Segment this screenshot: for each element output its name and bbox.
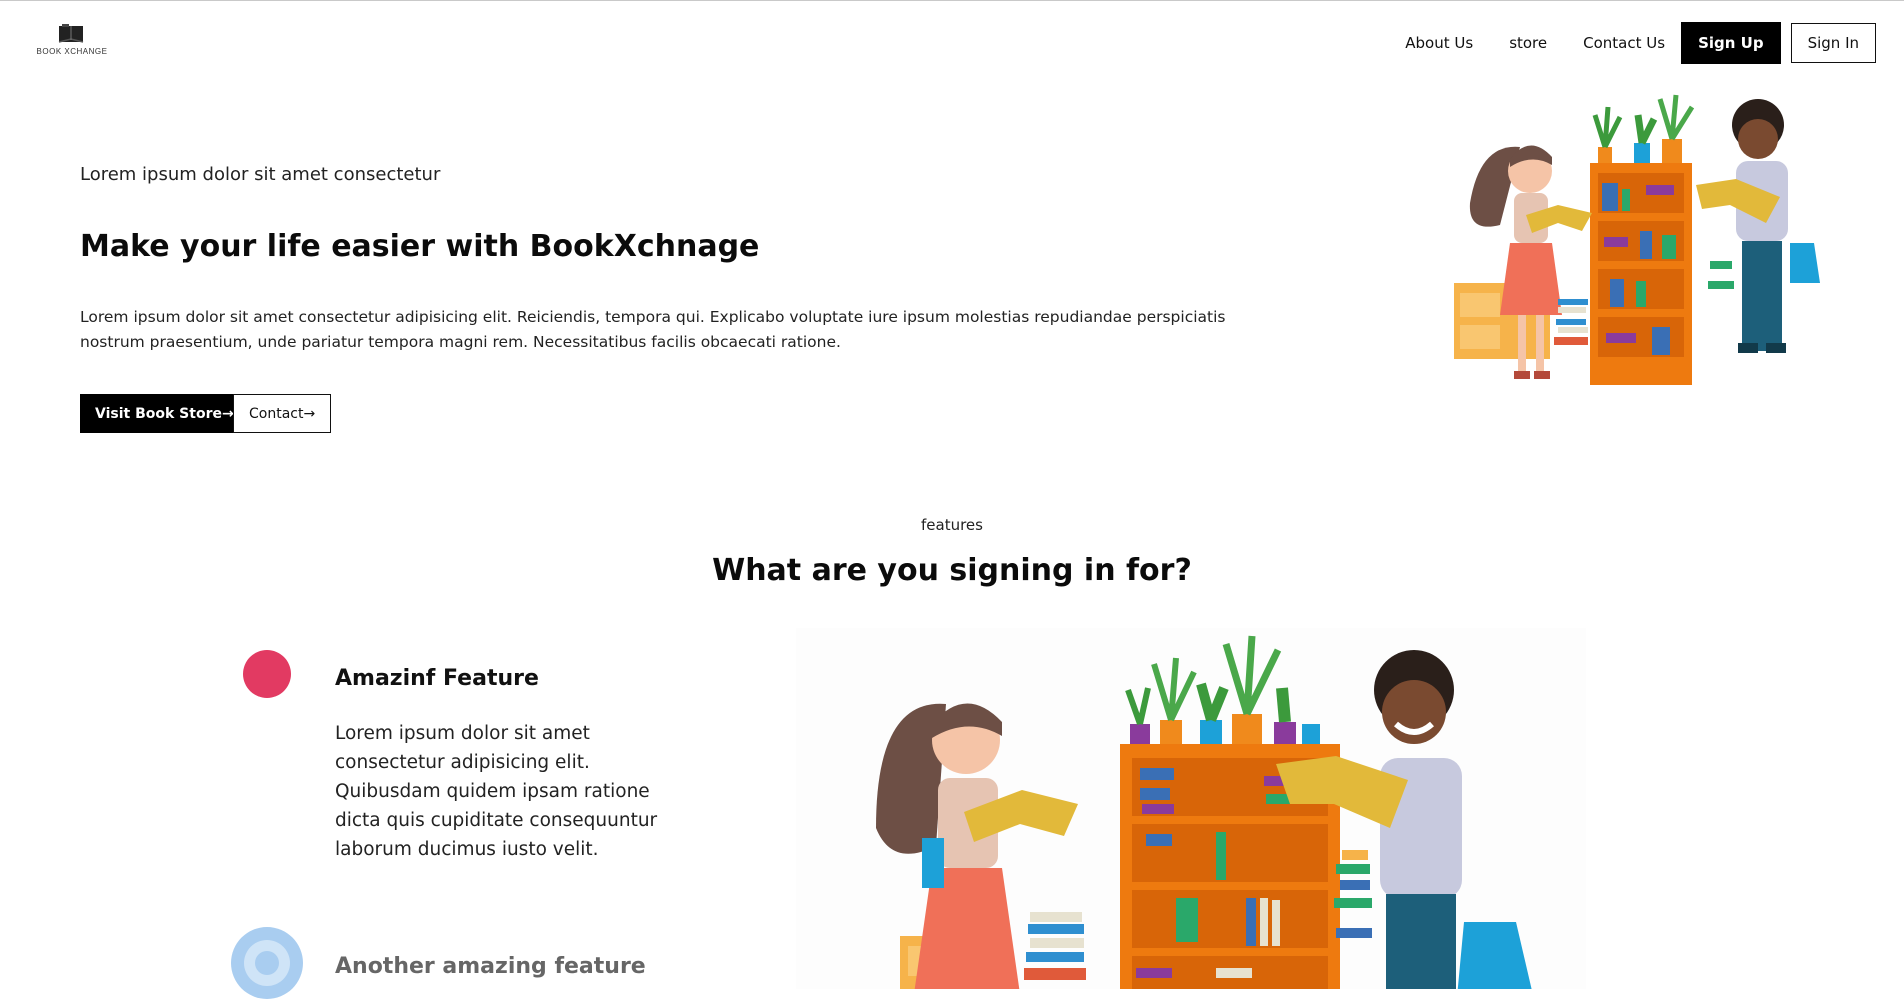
feature-2-dot-core bbox=[255, 951, 279, 975]
feature-2-dot-icon bbox=[231, 927, 303, 999]
feature-1-title: Amazinf Feature bbox=[335, 666, 539, 691]
nav-contact-us[interactable]: Contact Us bbox=[1583, 34, 1665, 52]
feature-1-dot-icon bbox=[243, 650, 291, 698]
nav-about-us[interactable]: About Us bbox=[1405, 34, 1473, 52]
reading-people-illustration bbox=[1454, 94, 1820, 385]
visit-book-store-button[interactable]: Visit Book Store→ bbox=[80, 394, 249, 433]
feature-1-description: Lorem ipsum dolor sit amet consectetur a… bbox=[335, 723, 658, 860]
hero-title: Make your life easier with BookXchnage bbox=[80, 229, 760, 264]
hero-kicker: Lorem ipsum dolor sit amet consectetur bbox=[80, 164, 441, 185]
open-book-icon bbox=[58, 24, 84, 43]
logo[interactable]: BOOK XCHANGE bbox=[28, 23, 116, 59]
sign-up-button[interactable]: Sign Up bbox=[1681, 22, 1781, 64]
logo-text: BOOK XCHANGE bbox=[36, 47, 108, 56]
features-kicker: features bbox=[921, 516, 983, 534]
top-nav: About Us store Contact Us Sign Up Sign I… bbox=[1369, 22, 1876, 64]
sign-in-button[interactable]: Sign In bbox=[1790, 23, 1876, 63]
nav-store[interactable]: store bbox=[1509, 34, 1547, 52]
feature-2-title: Another amazing feature bbox=[335, 954, 646, 979]
features-title: What are you signing in for? bbox=[712, 553, 1192, 588]
contact-button[interactable]: Contact→ bbox=[233, 394, 332, 433]
features-illustration bbox=[796, 628, 1586, 989]
reading-people-large-illustration bbox=[876, 635, 1532, 989]
hero-description: Lorem ipsum dolor sit amet consectetur a… bbox=[80, 308, 1226, 351]
